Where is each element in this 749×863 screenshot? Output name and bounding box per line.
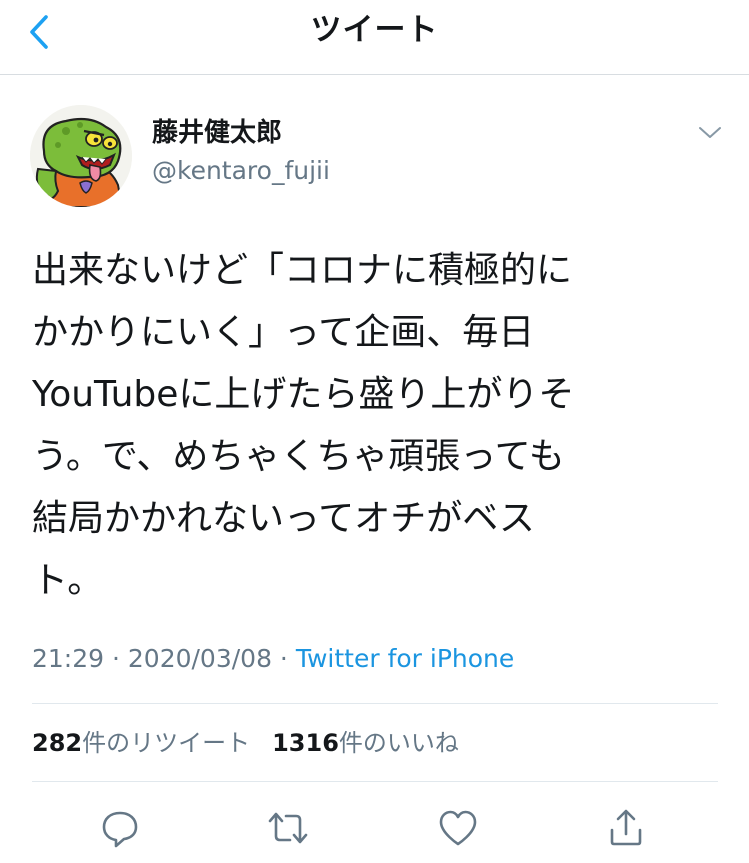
reply-button[interactable] [96,804,144,852]
meta-separator-2: · [271,644,296,673]
retweet-button[interactable] [264,804,312,852]
tweet-date: 2020/03/08 [127,644,272,673]
share-button[interactable] [602,804,650,852]
tweet-time: 21:29 [32,644,105,673]
retweet-icon [268,812,308,844]
chevron-down-icon [699,127,721,138]
tweet-actions [0,800,749,856]
reply-icon [102,811,138,848]
user-handle[interactable]: @kentaro_fujii [152,155,330,187]
share-icon [610,809,642,846]
meta-separator: · [104,644,128,673]
avatar[interactable] [30,105,132,207]
tweet-header: 藤井健太郎 @kentaro_fujii [0,75,749,225]
likes-count: 1316 [272,729,339,757]
tweet-source-link[interactable]: Twitter for iPhone [296,644,514,673]
divider [32,781,718,782]
likes-label: 件のいいね [338,729,459,757]
green-monster-avatar-icon [30,105,132,207]
retweets-label: 件のリツイート [82,729,251,757]
more-options-button[interactable] [694,119,726,147]
likes-stat[interactable]: 1316件のいいね [272,729,459,757]
page-title: ツイート [310,12,439,48]
like-button[interactable] [434,804,482,852]
like-icon [439,810,477,846]
tweet-stats: 282件のリツイート 1316件のいいね [32,726,459,760]
tweet-meta: 21:29 · 2020/03/08 · Twitter for iPhone [32,642,514,676]
divider [32,703,718,704]
tweet-text: 出来ないけど「コロナに積極的に かかりにいく」って企画、毎日 YouTubeに上… [32,250,575,601]
retweets-count: 282 [32,729,83,757]
navigation-bar: ツイート [0,0,749,75]
retweets-stat[interactable]: 282件のリツイート [32,729,250,757]
user-name[interactable]: 藤井健太郎 [152,117,282,149]
